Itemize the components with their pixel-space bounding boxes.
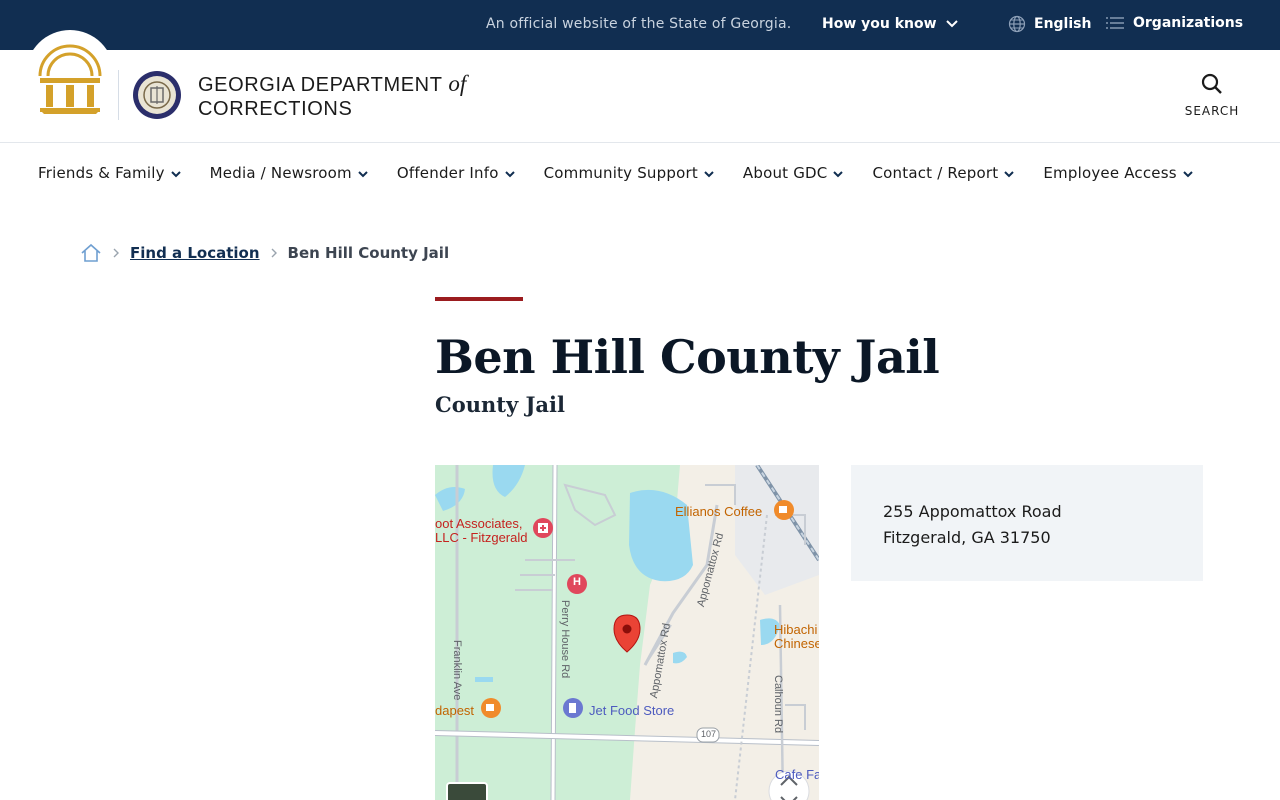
- nav-about-gdc[interactable]: About GDC: [743, 164, 844, 182]
- chevron-down-icon: [1183, 171, 1193, 178]
- hospital-icon[interactable]: H: [573, 576, 581, 588]
- nav-label: Contact / Report: [872, 164, 999, 182]
- nav-offender-info[interactable]: Offender Info: [397, 164, 515, 182]
- gov-banner: An official website of the State of Geor…: [0, 0, 1280, 50]
- map-label-ellianos: Ellianos Coffee: [675, 504, 763, 519]
- language-selector[interactable]: English: [1008, 15, 1091, 33]
- nav-friends-family[interactable]: Friends & Family: [38, 164, 181, 182]
- title-accent-line: [435, 297, 523, 301]
- nav-community-support[interactable]: Community Support: [544, 164, 714, 182]
- nav-media-newsroom[interactable]: Media / Newsroom: [210, 164, 368, 182]
- nav-contact-report[interactable]: Contact / Report: [872, 164, 1015, 182]
- breadcrumb-find-location[interactable]: Find a Location: [130, 244, 260, 262]
- map-label-foot-associates-2: LLC - Fitzgerald: [435, 530, 528, 545]
- site-title-line2: CORRECTIONS: [198, 98, 353, 120]
- map-label-budapest: dapest: [435, 703, 475, 718]
- how-you-know-label: How you know: [822, 16, 937, 32]
- page-subtitle: County Jail: [435, 392, 565, 417]
- chevron-right-icon: [271, 248, 277, 258]
- chevron-down-icon: [504, 171, 515, 178]
- location-map[interactable]: oot Associates, LLC - Fitzgerald Elliano…: [435, 465, 819, 800]
- chevron-down-icon: [704, 171, 714, 178]
- map-label-jet-food: Jet Food Store: [589, 703, 675, 718]
- site-title-of: of: [448, 71, 467, 96]
- map-label-route: 107: [701, 729, 717, 739]
- header-border: [0, 142, 1280, 143]
- language-label: English: [1034, 16, 1092, 32]
- map-label-perry-house: Perry House Rd: [559, 600, 571, 679]
- nav-label: Offender Info: [396, 164, 499, 182]
- search-button[interactable]: SEARCH: [1178, 72, 1246, 122]
- chevron-down-icon: [1004, 171, 1015, 178]
- nav-label: Community Support: [543, 164, 698, 182]
- chevron-down-icon: [945, 20, 958, 28]
- address-card: 255 Appomattox Road Fitzgerald, GA 31750: [851, 465, 1203, 581]
- chevron-down-icon: [833, 171, 844, 178]
- chevron-right-icon: [113, 248, 119, 258]
- breadcrumb-current: Ben Hill County Jail: [287, 244, 450, 262]
- map-label-franklin: Franklin Ave: [451, 640, 463, 701]
- breadcrumb: Find a Location Ben Hill County Jail: [80, 242, 449, 264]
- nav-label: About GDC: [742, 164, 828, 182]
- nav-label: Media / Newsroom: [209, 164, 352, 182]
- organizations-menu[interactable]: Organizations: [1105, 15, 1243, 31]
- address-line1: 255 Appomattox Road: [883, 502, 1062, 521]
- list-icon: [1106, 17, 1124, 29]
- how-you-know-toggle[interactable]: How you know: [822, 16, 959, 32]
- organizations-label: Organizations: [1133, 15, 1244, 31]
- map-label-calhoun: Calhoun Rd: [772, 675, 784, 734]
- site-title[interactable]: GEORGIA DEPARTMENT of CORRECTIONS: [198, 72, 466, 121]
- search-icon: [1201, 73, 1222, 94]
- georgia-seal[interactable]: [26, 30, 114, 130]
- header-divider: [118, 70, 119, 120]
- address-line2: Fitzgerald, GA 31750: [883, 528, 1051, 547]
- official-site-text: An official website of the State of Geor…: [486, 16, 792, 32]
- site-title-line1: GEORGIA DEPARTMENT: [198, 74, 443, 96]
- globe-icon: [1008, 15, 1026, 33]
- nav-label: Friends & Family: [38, 164, 165, 182]
- chevron-down-icon: [358, 171, 368, 178]
- nav-label: Employee Access: [1043, 164, 1177, 182]
- georgia-seal-logo: [38, 44, 102, 114]
- page-title: Ben Hill County Jail: [435, 330, 940, 384]
- nav-employee-access[interactable]: Employee Access: [1043, 164, 1193, 182]
- map-label-cafe: Cafe Fa: [775, 767, 819, 782]
- map-label-hibachi-2: Chinese: [774, 636, 819, 651]
- chevron-down-icon: [170, 171, 181, 178]
- main-nav: Friends & Family Media / Newsroom Offend…: [38, 164, 1193, 182]
- map-label-hibachi-1: Hibachi: [774, 622, 818, 637]
- gdc-seal-logo[interactable]: [132, 70, 182, 120]
- search-label: SEARCH: [1184, 104, 1240, 118]
- map-label-foot-associates-1: oot Associates,: [435, 516, 523, 531]
- home-icon[interactable]: [80, 242, 102, 264]
